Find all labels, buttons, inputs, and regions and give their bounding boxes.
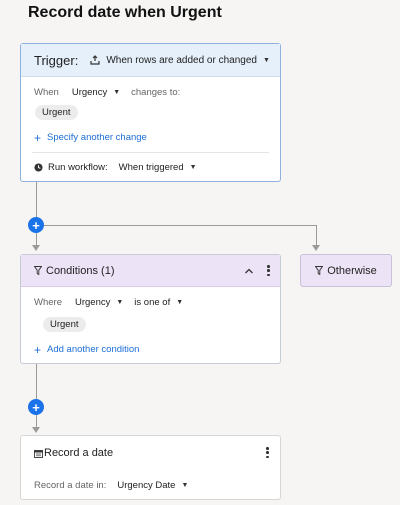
filter-icon <box>315 266 324 275</box>
trigger-event-dropdown[interactable]: When rows are added or changed <box>106 55 257 66</box>
caret-down-icon[interactable]: ▼ <box>181 482 188 489</box>
filter-icon <box>34 266 42 275</box>
caret-down-icon[interactable]: ▼ <box>263 57 270 64</box>
trigger-condition-line: When Urgency ▼ changes to: <box>34 87 180 98</box>
more-vertical-icon[interactable] <box>267 265 270 276</box>
clock-icon <box>34 163 43 172</box>
condition-line: Where Urgency ▼ is one of ▼ <box>34 297 183 308</box>
chevron-up-icon[interactable] <box>244 267 254 275</box>
run-workflow-dropdown[interactable]: When triggered <box>119 162 184 173</box>
add-another-condition-label: Add another condition <box>47 344 140 355</box>
connector-line <box>36 182 37 217</box>
record-date-card[interactable]: Record a date Record a date in: Urgency … <box>20 435 281 500</box>
caret-down-icon[interactable]: ▼ <box>116 299 123 306</box>
trigger-label: Trigger: <box>34 52 79 68</box>
specify-another-change-link[interactable]: + Specify another change <box>34 130 147 145</box>
caret-down-icon[interactable]: ▼ <box>190 164 197 171</box>
record-date-header: Record a date <box>34 447 113 459</box>
plus-icon: + <box>32 399 40 415</box>
changes-to-label: changes to: <box>131 87 181 98</box>
calendar-icon <box>34 449 43 458</box>
add-step-button[interactable]: + <box>28 217 44 233</box>
rows-changed-icon <box>90 55 100 65</box>
run-workflow-line: Run workflow: When triggered ▼ <box>34 162 197 173</box>
arrow-down-icon <box>32 245 40 251</box>
caret-down-icon[interactable]: ▼ <box>113 89 120 96</box>
plus-icon: + <box>34 342 42 357</box>
more-vertical-icon[interactable] <box>266 447 269 458</box>
otherwise-card[interactable]: Otherwise <box>300 254 392 287</box>
arrow-down-icon <box>312 245 320 251</box>
connector-line <box>316 225 317 247</box>
changes-to-value-chip[interactable]: Urgent <box>35 105 78 120</box>
plus-icon: + <box>32 217 40 233</box>
arrow-down-icon <box>32 427 40 433</box>
conditions-header: Conditions (1) <box>21 255 280 287</box>
conditions-card[interactable]: Conditions (1) Where Urgency ▼ is one of… <box>20 254 281 364</box>
connector-line <box>36 364 37 399</box>
caret-down-icon[interactable]: ▼ <box>176 299 183 306</box>
add-step-button[interactable]: + <box>28 399 44 415</box>
specify-another-change-label: Specify another change <box>47 132 147 143</box>
record-date-title: Record a date <box>44 447 114 459</box>
branch-connector-line <box>44 225 317 226</box>
where-label: Where <box>34 297 62 308</box>
condition-field-dropdown[interactable]: Urgency <box>75 297 110 308</box>
condition-operator-dropdown[interactable]: is one of <box>134 297 170 308</box>
record-date-in-label: Record a date in: <box>34 480 107 491</box>
workflow-canvas: Record date when Urgent Trigger: When ro… <box>0 0 400 505</box>
when-field-dropdown[interactable]: Urgency <box>72 87 107 98</box>
condition-value-chip[interactable]: Urgent <box>43 317 86 332</box>
otherwise-label: Otherwise <box>327 264 377 277</box>
record-date-line: Record a date in: Urgency Date ▼ <box>34 480 188 491</box>
add-another-condition-link[interactable]: + Add another condition <box>34 342 140 357</box>
divider <box>32 152 269 153</box>
record-date-column-dropdown[interactable]: Urgency Date <box>117 480 175 491</box>
conditions-title: Conditions (1) <box>46 264 115 277</box>
when-label: When <box>34 87 59 98</box>
page-title: Record date when Urgent <box>28 4 222 21</box>
run-workflow-label: Run workflow: <box>48 162 108 173</box>
trigger-header: Trigger: When rows are added or changed … <box>21 44 280 77</box>
plus-icon: + <box>34 130 42 145</box>
trigger-card[interactable]: Trigger: When rows are added or changed … <box>20 43 281 182</box>
